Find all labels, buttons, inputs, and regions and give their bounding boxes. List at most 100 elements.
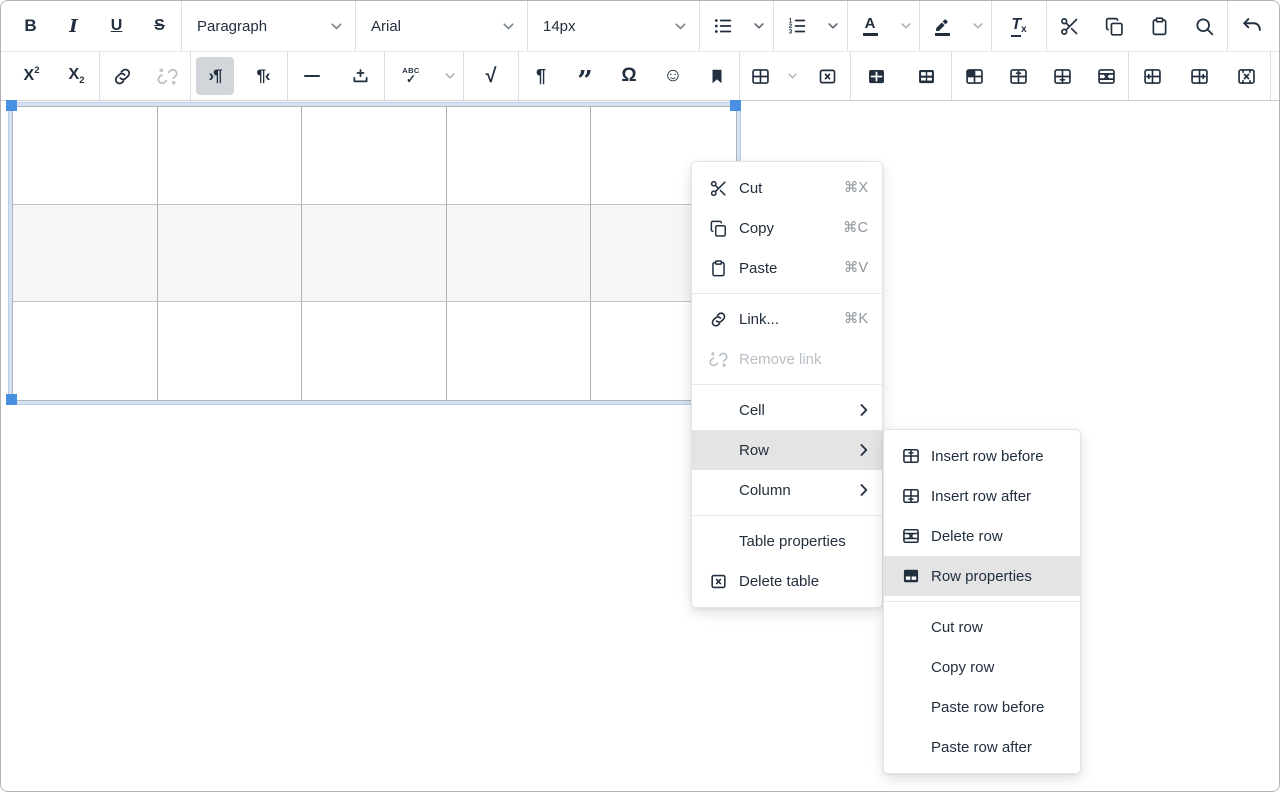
font-family-select[interactable]: Arial (356, 1, 527, 51)
insert-table-menu-button[interactable] (780, 52, 804, 100)
insert-link-button[interactable] (100, 52, 145, 100)
spellcheck-button[interactable]: ABC✓ (385, 52, 437, 100)
table-cell[interactable] (158, 302, 303, 400)
menu-item-label: Insert row before (931, 448, 1044, 465)
font-size-select[interactable]: 14px (528, 1, 699, 51)
table-cell[interactable] (447, 107, 592, 205)
insert-table-button[interactable] (740, 52, 780, 100)
menu-item-table-properties[interactable]: Table properties (692, 521, 882, 561)
subscript-icon: X2 (69, 66, 85, 86)
insert-formula-button[interactable]: √ (464, 52, 518, 100)
paste-button[interactable] (1137, 1, 1182, 51)
text-color-menu-button[interactable] (892, 1, 919, 51)
insert-row-before-button[interactable] (996, 52, 1040, 100)
copy-button[interactable] (1092, 1, 1137, 51)
superscript-icon: X2 (24, 67, 40, 85)
strikethrough-button[interactable]: S (138, 1, 181, 51)
cell-properties-icon (964, 66, 985, 87)
cell-properties-button[interactable] (952, 52, 996, 100)
table-cell[interactable] (13, 107, 158, 205)
menu-item-row[interactable]: Row (692, 430, 882, 470)
row-properties-button[interactable] (901, 52, 951, 100)
submenu-item-copy-row[interactable]: Copy row (884, 647, 1080, 687)
table-cell[interactable] (158, 205, 303, 303)
paragraph-marks-button[interactable]: ¶ (519, 52, 563, 100)
submenu-item-row-properties[interactable]: Row properties (884, 556, 1080, 596)
insert-column-after-icon (1189, 66, 1210, 87)
table-resize-handle-top-left[interactable] (6, 100, 17, 111)
undo-button[interactable] (1228, 1, 1275, 51)
bullet-list-menu-button[interactable] (745, 1, 773, 51)
table-resize-handle-bottom-left[interactable] (6, 394, 17, 405)
clear-formatting-button[interactable]: Tx (992, 1, 1046, 51)
insert-column-after-button[interactable] (1176, 52, 1223, 100)
table-cell[interactable] (13, 205, 158, 303)
spellcheck-menu-button[interactable] (437, 52, 463, 100)
table-properties-button[interactable] (851, 52, 901, 100)
table-cell[interactable] (447, 205, 592, 303)
bookmark-button[interactable] (695, 52, 739, 100)
numbered-list-menu-button[interactable] (819, 1, 847, 51)
italic-icon: I (69, 16, 77, 37)
italic-button[interactable]: I (52, 1, 95, 51)
table-cell[interactable] (302, 205, 447, 303)
editor-canvas[interactable]: Cut ⌘X Copy ⌘C Paste ⌘V Link... ⌘K Re (1, 102, 1279, 791)
remove-link-button[interactable] (145, 52, 190, 100)
ltr-button[interactable]: ›¶ (191, 52, 239, 100)
cut-button[interactable] (1047, 1, 1092, 51)
delete-column-button[interactable] (1223, 52, 1270, 100)
menu-item-cut[interactable]: Cut ⌘X (692, 168, 882, 208)
table-resize-handle-top-right[interactable] (730, 100, 741, 111)
row-properties-icon (898, 566, 923, 586)
table-cell[interactable] (158, 107, 303, 205)
underline-icon: U (111, 17, 123, 35)
superscript-button[interactable]: X2 (9, 52, 54, 100)
submenu-item-paste-row-before[interactable]: Paste row before (884, 687, 1080, 727)
horizontal-rule-button[interactable] (288, 52, 336, 100)
delete-table-button[interactable] (804, 52, 850, 100)
table-cell[interactable] (302, 302, 447, 400)
subscript-button[interactable]: X2 (54, 52, 99, 100)
submenu-item-paste-row-after[interactable]: Paste row after (884, 727, 1080, 767)
editor-table[interactable] (12, 106, 737, 401)
chevron-down-icon (675, 23, 686, 30)
table-cell[interactable] (302, 107, 447, 205)
chevron-down-icon (901, 23, 911, 29)
menu-item-label: Insert row after (931, 488, 1031, 505)
delete-column-icon (1236, 66, 1257, 87)
menu-separator (692, 384, 882, 385)
insert-table-icon (750, 66, 771, 87)
search-button[interactable] (1182, 1, 1227, 51)
blockquote-button[interactable]: ” (563, 52, 607, 100)
insert-row-after-button[interactable] (1040, 52, 1084, 100)
clear-formatting-icon: Tx (1011, 16, 1026, 37)
menu-item-copy[interactable]: Copy ⌘C (692, 208, 882, 248)
menu-item-column[interactable]: Column (692, 470, 882, 510)
rtl-button[interactable]: ¶‹ (239, 52, 287, 100)
text-color-button[interactable]: A (848, 1, 892, 51)
underline-button[interactable]: U (95, 1, 138, 51)
submenu-item-cut-row[interactable]: Cut row (884, 607, 1080, 647)
bullet-list-button[interactable] (700, 1, 745, 51)
delete-row-button[interactable] (1084, 52, 1128, 100)
menu-item-cell[interactable]: Cell (692, 390, 882, 430)
table-cell[interactable] (447, 302, 592, 400)
table-cell[interactable] (13, 302, 158, 400)
menu-item-paste[interactable]: Paste ⌘V (692, 248, 882, 288)
horizontal-rule-icon (304, 75, 320, 77)
menu-item-delete-table[interactable]: Delete table (692, 561, 882, 601)
menu-item-link[interactable]: Link... ⌘K (692, 299, 882, 339)
nonbreaking-space-button[interactable] (336, 52, 384, 100)
submenu-item-insert-row-after[interactable]: Insert row after (884, 476, 1080, 516)
special-character-button[interactable]: Ω (607, 52, 651, 100)
emoji-button[interactable]: ☺ (651, 52, 695, 100)
submenu-item-delete-row[interactable]: Delete row (884, 516, 1080, 556)
insert-column-before-button[interactable] (1129, 52, 1176, 100)
block-format-select[interactable]: Paragraph (182, 1, 355, 51)
menu-item-remove-link[interactable]: Remove link (692, 339, 882, 379)
highlight-color-button[interactable] (920, 1, 964, 51)
submenu-item-insert-row-before[interactable]: Insert row before (884, 436, 1080, 476)
highlight-color-menu-button[interactable] (964, 1, 991, 51)
bold-button[interactable]: B (9, 1, 52, 51)
numbered-list-button[interactable]: 123 (774, 1, 819, 51)
